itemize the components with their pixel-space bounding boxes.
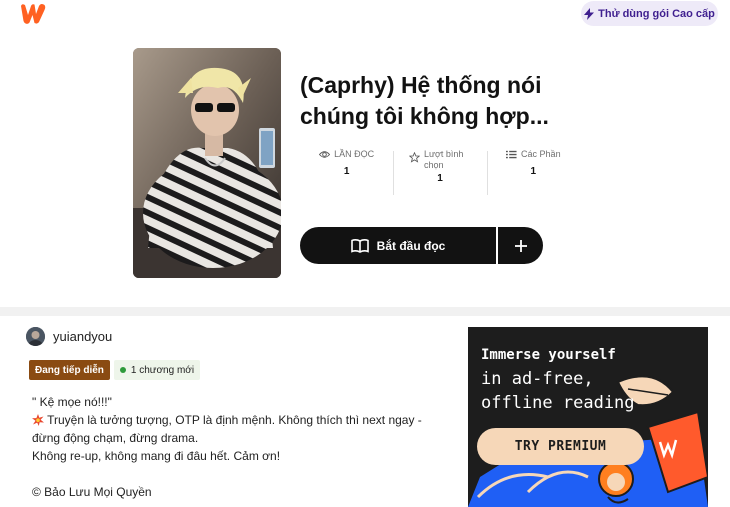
- star-icon: [408, 152, 420, 163]
- try-premium-ad-button[interactable]: TRY PREMIUM: [477, 428, 644, 465]
- try-premium-label: Thử dùng gói Cao cấp: [598, 7, 715, 20]
- votes-stat: Lượt bình chọn 1: [393, 149, 486, 197]
- story-title: (Caprhy) Hệ thống nói chúng tôi không hợ…: [300, 70, 580, 132]
- description-line: " Kệ mọe nó!!!": [32, 395, 112, 409]
- story-cover-image[interactable]: [133, 48, 281, 278]
- description-text: Truyện là tưởng tượng, OTP là định mệnh.…: [47, 413, 422, 427]
- votes-value: 1: [437, 173, 443, 184]
- avatar[interactable]: [26, 327, 45, 346]
- ad-line-1: Immerse yourself: [481, 347, 616, 363]
- list-icon: [506, 150, 517, 159]
- author-name[interactable]: yuiandyou: [53, 329, 112, 344]
- new-chapters-badge: 1 chương mới: [113, 360, 201, 380]
- parts-stat: Các Phần 1: [486, 149, 580, 197]
- votes-label: Lượt bình chọn: [423, 149, 464, 170]
- story-stats: LẦN ĐỌC 1 Lượt bình chọn 1 Các Phần 1: [300, 149, 580, 197]
- parts-label: Các Phần: [521, 149, 561, 159]
- reads-value: 1: [343, 166, 350, 177]
- story-title-line-1: (Caprhy) Hệ thống nói: [300, 72, 542, 98]
- story-description: " Kệ mọe nó!!!" Truyện là tưởng tượng, O…: [32, 393, 432, 501]
- parts-value: 1: [530, 166, 537, 177]
- try-premium-button[interactable]: Thử dùng gói Cao cấp: [581, 1, 718, 26]
- premium-ad-banner[interactable]: Immerse yourself in ad-free, offline rea…: [468, 327, 708, 507]
- new-chapters-label: 1 chương mới: [130, 364, 195, 376]
- add-to-library-button[interactable]: [498, 227, 543, 264]
- reads-label: LẦN ĐỌC: [334, 149, 375, 159]
- status-badge: Đang tiếp diễn: [29, 360, 110, 380]
- description-line: Không re-up, không mang đi đâu hết. Cảm …: [32, 449, 281, 463]
- description-line: Truyện là tưởng tượng, OTP là định mệnh.…: [32, 411, 432, 429]
- start-reading-label: Bắt đầu đọc: [376, 238, 446, 253]
- open-book-icon: [350, 238, 369, 253]
- eye-icon: [319, 151, 331, 158]
- reads-stat: LẦN ĐỌC 1: [300, 149, 393, 197]
- story-title-line-2: chúng tôi không hợp...: [300, 103, 549, 129]
- ad-line-3: offline reading: [481, 393, 635, 413]
- copyright-line: © Bảo Lưu Mọi Quyền: [32, 485, 152, 499]
- author-link[interactable]: yuiandyou: [26, 327, 112, 346]
- plus-icon: [514, 239, 527, 252]
- wattpad-logo-icon[interactable]: [19, 3, 47, 25]
- description-line: đừng động chạm, đừng drama.: [32, 431, 199, 445]
- lightning-icon: [584, 7, 595, 20]
- new-dot-icon: [119, 367, 126, 373]
- start-reading-button[interactable]: Bắt đầu đọc: [300, 227, 496, 264]
- collision-icon: [32, 414, 44, 426]
- ad-line-2: in ad-free,: [481, 369, 594, 389]
- story-badges: Đang tiếp diễn 1 chương mới: [29, 360, 201, 380]
- ad-headline: Immerse yourself in ad-free, offline rea…: [481, 343, 635, 415]
